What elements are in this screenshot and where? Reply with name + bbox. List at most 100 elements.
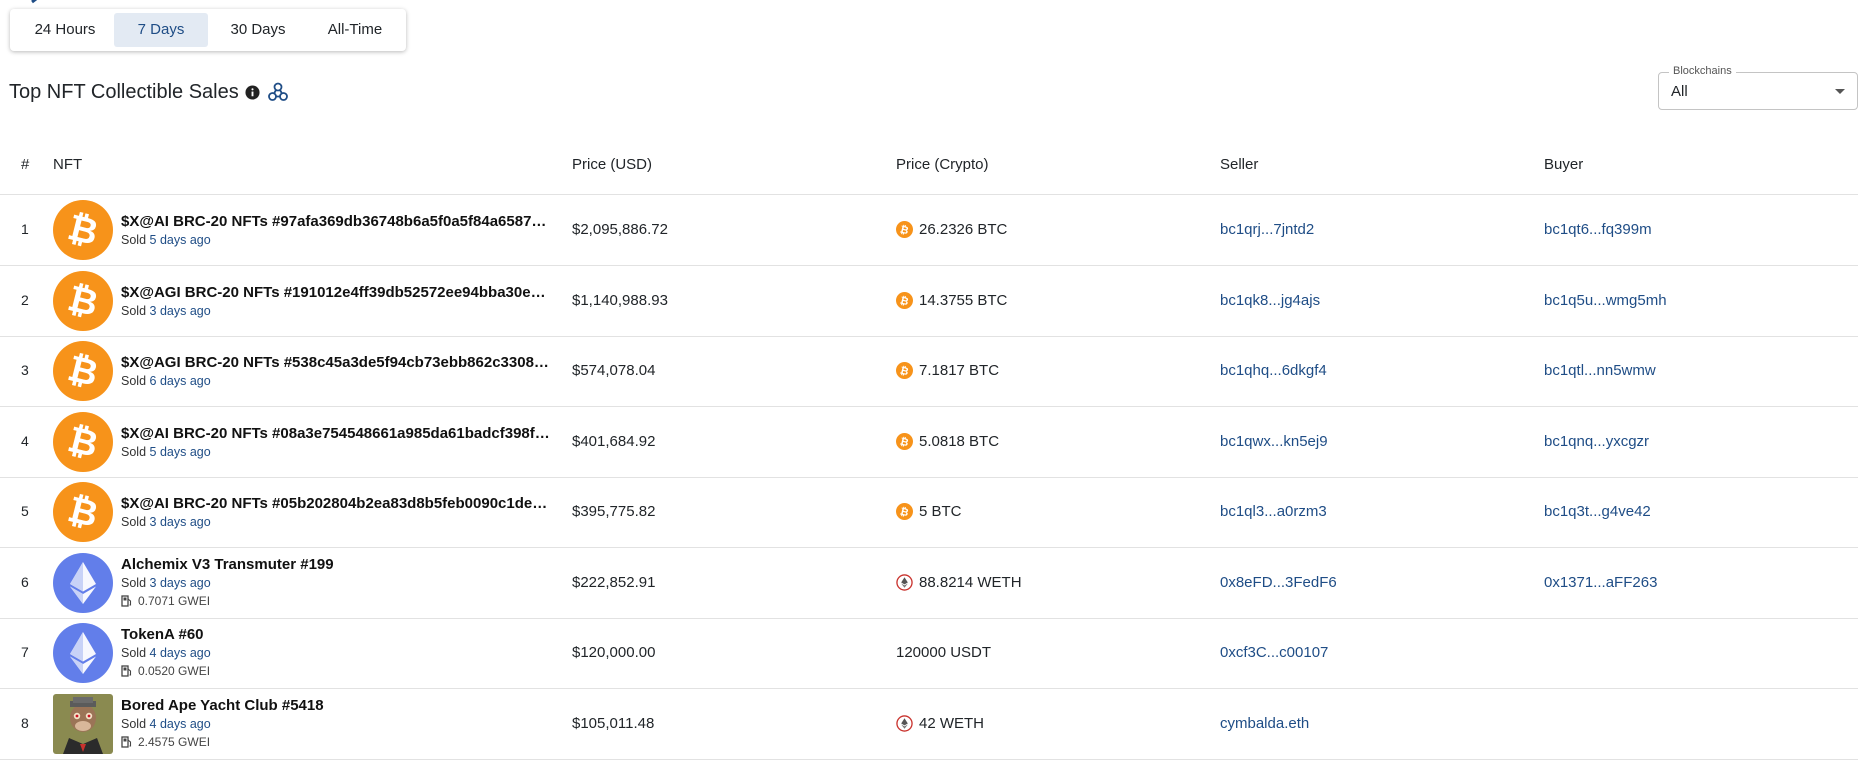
nft-avatar[interactable]: ₿ bbox=[53, 200, 113, 260]
seller-link[interactable]: bc1qk8...jg4ajs bbox=[1220, 292, 1320, 309]
price-crypto-value: 26.2326 BTC bbox=[919, 221, 1008, 238]
seller-link[interactable]: bc1qrj...7jntd2 bbox=[1220, 221, 1314, 238]
chevron-down-icon bbox=[1835, 89, 1845, 94]
sold-ago-link[interactable]: 3 days ago bbox=[150, 515, 211, 529]
price-crypto: ₿ 14.3755 BTC bbox=[896, 291, 1008, 309]
price-crypto-value: 14.3755 BTC bbox=[919, 291, 1008, 309]
page-title: Top NFT Collectible Sales bbox=[9, 80, 239, 103]
sold-ago-link[interactable]: 5 days ago bbox=[150, 445, 211, 459]
sold-time: Sold 5 days ago bbox=[121, 445, 211, 459]
nft-avatar[interactable] bbox=[53, 552, 113, 613]
sold-prefix: Sold bbox=[121, 515, 147, 529]
sold-ago-link[interactable]: 5 days ago bbox=[150, 233, 211, 247]
gas-value: 0.0520 GWEI bbox=[138, 664, 211, 678]
tab-7-days[interactable]: 7 Days bbox=[114, 13, 208, 47]
gas-fee: 0.7071 GWEI bbox=[121, 594, 210, 608]
gas-fee: 2.4575 GWEI bbox=[121, 735, 210, 749]
price-usd: $401,684.92 bbox=[572, 432, 656, 450]
sold-time: Sold 3 days ago bbox=[121, 576, 211, 590]
nft-name[interactable]: $X@AI BRC-20 NFTs #05b202804b2ea83d8b5fe… bbox=[121, 495, 553, 512]
time-range-tabs: 24 Hours 7 Days 30 Days All-Time bbox=[10, 9, 406, 51]
price-crypto: ₿ 5.0818 BTC bbox=[896, 432, 999, 450]
rank: 6 bbox=[21, 573, 29, 590]
price-usd: $395,775.82 bbox=[572, 503, 656, 520]
tab-30-days[interactable]: 30 Days bbox=[208, 13, 308, 47]
buyer-link[interactable]: bc1qnq...yxcgzr bbox=[1544, 433, 1649, 450]
price-crypto: ₿ 7.1817 BTC bbox=[896, 362, 999, 379]
table-row[interactable]: 7 TokenA #60 Sold 4 days ago 0.0520 GWEI $12… bbox=[0, 618, 1858, 689]
price-crypto-value: 5 BTC bbox=[919, 503, 962, 520]
rank: 4 bbox=[21, 432, 29, 449]
nft-name[interactable]: $X@AGI BRC-20 NFTs #538c45a3de5f94cb73eb… bbox=[121, 354, 553, 371]
bitcoin-coin-icon: ₿ bbox=[896, 362, 913, 379]
price-crypto: ₿ 5 BTC bbox=[896, 503, 962, 520]
sold-ago-link[interactable]: 3 days ago bbox=[150, 576, 211, 590]
sold-ago-link[interactable]: 4 days ago bbox=[150, 717, 211, 731]
tab-all-time[interactable]: All-Time bbox=[308, 13, 402, 47]
sold-ago-link[interactable]: 6 days ago bbox=[150, 374, 211, 388]
sold-time: Sold 4 days ago bbox=[121, 646, 211, 660]
gas-value: 0.7071 GWEI bbox=[138, 593, 211, 608]
table-row[interactable]: 5 ₿ $X@AI BRC-20 NFTs #05b202804b2ea83d8b5… bbox=[0, 477, 1858, 548]
tab-24-hours[interactable]: 24 Hours bbox=[16, 13, 114, 47]
column-header-rank: # bbox=[21, 156, 30, 173]
nft-avatar[interactable]: ₿ bbox=[53, 270, 113, 331]
nft-name[interactable]: TokenA #60 bbox=[121, 626, 204, 643]
seller-link[interactable]: bc1qhq...6dkgf4 bbox=[1220, 362, 1327, 379]
rank: 5 bbox=[21, 503, 29, 519]
bitcoin-icon: ₿ bbox=[53, 200, 113, 260]
nft-avatar[interactable]: ₿ bbox=[53, 341, 113, 401]
sold-prefix: Sold bbox=[121, 374, 147, 388]
sold-prefix: Sold bbox=[121, 575, 147, 590]
sold-prefix: Sold bbox=[121, 716, 147, 731]
buyer-link[interactable]: bc1q5u...wmg5mh bbox=[1544, 292, 1667, 309]
table-row[interactable]: 3 ₿ $X@AGI BRC-20 NFTs #538c45a3de5f94cb73… bbox=[0, 336, 1858, 407]
buyer-link[interactable]: 0x1371...aFF263 bbox=[1544, 574, 1657, 591]
column-header-nft: NFT bbox=[53, 156, 83, 173]
rank: 8 bbox=[21, 714, 29, 731]
column-header-price-crypto: Price (Crypto) bbox=[896, 156, 989, 173]
nft-name[interactable]: $X@AI BRC-20 NFTs #08a3e754548661a985da6… bbox=[121, 425, 553, 442]
nft-name[interactable]: Alchemix V3 Transmuter #199 bbox=[121, 556, 334, 573]
page-title-row: Top NFT Collectible Sales bbox=[9, 78, 288, 106]
bitcoin-coin-icon: ₿ bbox=[896, 221, 913, 238]
gas-fee: 0.0520 GWEI bbox=[121, 664, 210, 678]
table-row[interactable]: 4 ₿ $X@AI BRC-20 NFTs #08a3e754548661a985d… bbox=[0, 407, 1858, 478]
buyer-link[interactable]: bc1qtl...nn5wmw bbox=[1544, 362, 1656, 379]
sold-ago-link[interactable]: 3 days ago bbox=[150, 304, 211, 318]
seller-link[interactable]: 0xcf3C...c00107 bbox=[1220, 644, 1328, 661]
table-row[interactable]: 8 Bored Ape Yacht Club #5418 Sold 4 days a… bbox=[0, 689, 1858, 760]
nft-avatar[interactable] bbox=[53, 623, 113, 683]
price-usd: $1,140,988.93 bbox=[572, 291, 668, 309]
nft-name[interactable]: $X@AGI BRC-20 NFTs #191012e4ff39db52572e… bbox=[121, 284, 553, 301]
buyer-link[interactable]: bc1qt6...fq399m bbox=[1544, 221, 1652, 238]
price-crypto-value: 88.8214 WETH bbox=[919, 573, 1022, 591]
sold-prefix: Sold bbox=[121, 444, 147, 459]
blockchain-select[interactable]: Blockchains All bbox=[1658, 65, 1858, 110]
price-usd: $105,011.48 bbox=[572, 714, 655, 732]
gas-pump-icon bbox=[121, 665, 132, 677]
seller-link[interactable]: bc1qwx...kn5ej9 bbox=[1220, 433, 1328, 450]
table-row[interactable]: 2 ₿ $X@AGI BRC-20 NFTs #191012e4ff39db5257… bbox=[0, 266, 1858, 337]
info-icon[interactable] bbox=[245, 84, 260, 100]
nft-avatar[interactable]: ₿ bbox=[53, 411, 113, 472]
price-usd: $2,095,886.72 bbox=[572, 221, 668, 238]
bitcoin-icon: ₿ bbox=[53, 411, 113, 472]
network-icon[interactable] bbox=[267, 82, 288, 102]
price-crypto-value: 120000 USDT bbox=[896, 644, 992, 661]
blockchain-select-label: Blockchains bbox=[1669, 65, 1736, 77]
nft-name[interactable]: $X@AI BRC-20 NFTs #97afa369db36748b6a5f0… bbox=[121, 213, 553, 230]
gas-value: 2.4575 GWEI bbox=[138, 734, 211, 749]
nft-avatar[interactable] bbox=[53, 693, 113, 754]
seller-link[interactable]: bc1ql3...a0rzm3 bbox=[1220, 503, 1327, 520]
nft-avatar[interactable]: ₿ bbox=[53, 482, 113, 542]
table-row[interactable]: 6 Alchemix V3 Transmuter #199 Sold 3 days … bbox=[0, 548, 1858, 619]
sold-ago-link[interactable]: 4 days ago bbox=[150, 646, 211, 660]
seller-link[interactable]: 0x8eFD...3FedF6 bbox=[1220, 574, 1337, 591]
nft-name[interactable]: Bored Ape Yacht Club #5418 bbox=[121, 697, 324, 714]
seller-link[interactable]: cymbalda.eth bbox=[1220, 715, 1309, 732]
table-row[interactable]: 1 ₿ $X@AI BRC-20 NFTs #97afa369db36748b6a5… bbox=[0, 195, 1858, 266]
bitcoin-coin-icon: ₿ bbox=[896, 291, 913, 309]
buyer-link[interactable]: bc1q3t...g4ve42 bbox=[1544, 503, 1651, 520]
sold-time: Sold 3 days ago bbox=[121, 304, 211, 318]
